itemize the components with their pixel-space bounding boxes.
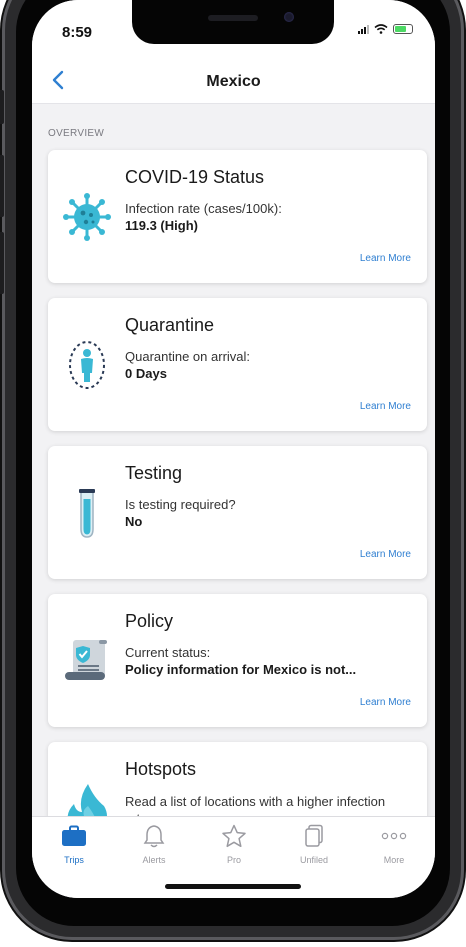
learn-more-link[interactable]: Learn More bbox=[360, 697, 411, 708]
learn-more-link[interactable]: Learn More bbox=[360, 401, 411, 412]
home-indicator[interactable] bbox=[165, 884, 301, 889]
navigation-bar: Mexico bbox=[32, 56, 435, 104]
tab-alerts[interactable]: Alerts bbox=[124, 823, 184, 865]
virus-icon bbox=[60, 190, 114, 244]
learn-more-link[interactable]: Learn More bbox=[360, 253, 411, 264]
covid-status-card[interactable]: COVID-19 Status Infection rate (cases/10… bbox=[48, 150, 427, 283]
page-title: Mexico bbox=[206, 73, 261, 90]
card-title: Quarantine bbox=[125, 315, 215, 335]
test-tube-icon bbox=[60, 486, 114, 540]
card-label: Read a list of locations with a higher i… bbox=[125, 794, 386, 816]
card-title: Testing bbox=[125, 463, 183, 483]
documents-icon bbox=[305, 824, 323, 847]
app-screen: 8:59 Mexico OVERVIEW COVID-19 Status Inf… bbox=[32, 0, 435, 898]
section-label-overview: OVERVIEW bbox=[48, 128, 105, 139]
status-icons bbox=[358, 24, 413, 34]
tab-label: Alerts bbox=[142, 855, 166, 865]
status-time: 8:59 bbox=[62, 24, 93, 41]
learn-more-link[interactable]: Learn More bbox=[360, 549, 411, 560]
bell-icon bbox=[143, 825, 165, 848]
card-label: Infection rate (cases/100k): bbox=[125, 201, 282, 216]
card-value: Policy information for Mexico is not... bbox=[125, 662, 357, 677]
volume-down-button bbox=[0, 232, 4, 294]
volume-up-button bbox=[0, 155, 4, 217]
mute-switch bbox=[0, 90, 4, 124]
tab-label: Pro bbox=[226, 855, 241, 865]
policy-card[interactable]: Policy Current status: Policy informatio… bbox=[48, 594, 427, 727]
tab-more[interactable]: More bbox=[364, 823, 424, 865]
more-dots-icon bbox=[381, 832, 407, 840]
card-label: Quarantine on arrival: bbox=[125, 349, 251, 364]
card-title: Policy bbox=[125, 611, 174, 631]
policy-document-icon bbox=[60, 634, 114, 688]
speaker bbox=[208, 15, 258, 21]
briefcase-icon bbox=[62, 825, 86, 846]
card-value: 119.3 (High) bbox=[125, 218, 198, 233]
signal-icon bbox=[358, 24, 369, 34]
card-title: Hotspots bbox=[125, 759, 197, 779]
battery-icon bbox=[393, 24, 413, 34]
camera-notch bbox=[132, 0, 334, 44]
card-value: No bbox=[125, 514, 143, 529]
person-quarantine-icon bbox=[60, 338, 114, 392]
tab-label: Trips bbox=[64, 855, 84, 865]
card-label: Current status: bbox=[125, 645, 211, 660]
quarantine-card[interactable]: Quarantine Quarantine on arrival: 0 Days… bbox=[48, 298, 427, 431]
tab-label: More bbox=[383, 855, 405, 865]
flame-icon bbox=[60, 782, 114, 816]
tab-pro[interactable]: Pro bbox=[204, 823, 264, 865]
card-value: 0 Days bbox=[125, 366, 167, 381]
tab-unfiled[interactable]: Unfiled bbox=[284, 823, 344, 865]
star-icon bbox=[222, 824, 246, 848]
hotspots-card[interactable]: Hotspots Read a list of locations with a… bbox=[48, 742, 427, 816]
card-title: COVID-19 Status bbox=[125, 167, 265, 187]
tab-trips[interactable]: Trips bbox=[44, 823, 104, 865]
front-camera bbox=[284, 12, 294, 22]
wifi-icon bbox=[374, 24, 388, 34]
testing-card[interactable]: Testing Is testing required? No Learn Mo… bbox=[48, 446, 427, 579]
tab-label: Unfiled bbox=[299, 855, 328, 865]
overview-content[interactable]: OVERVIEW COVID-19 Status Infection rate … bbox=[32, 104, 435, 816]
card-label: Is testing required? bbox=[125, 497, 236, 512]
